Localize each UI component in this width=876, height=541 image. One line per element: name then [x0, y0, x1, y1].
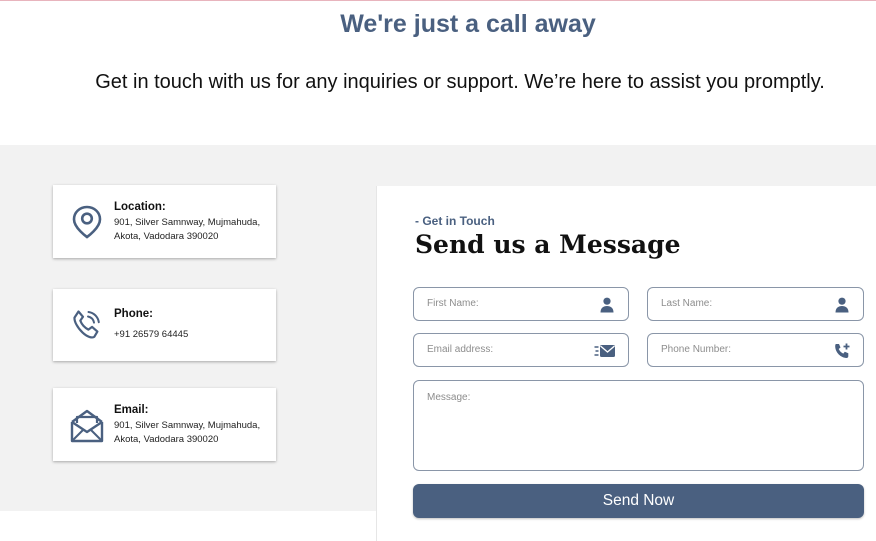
location-pin-icon: [69, 204, 105, 240]
phone-number-placeholder: Phone Number:: [661, 344, 732, 355]
location-label: Location:: [114, 201, 166, 213]
last-name-placeholder: Last Name:: [661, 298, 713, 309]
email-address-placeholder: Email address:: [427, 344, 494, 355]
email-line-2: Akota, Vadodara 390020: [114, 434, 219, 445]
phone-card: Phone: +91 26579 64445: [53, 289, 276, 361]
email-card: Email: 901, Silver Samnway, Mujmahuda, A…: [53, 388, 276, 461]
user-icon: [598, 296, 616, 314]
message-placeholder: Message:: [427, 392, 471, 403]
top-divider: [0, 0, 876, 1]
send-now-button[interactable]: Send Now: [413, 484, 864, 518]
phone-number-field[interactable]: Phone Number:: [647, 333, 864, 367]
form-eyebrow: - Get in Touch: [415, 214, 495, 228]
location-address-line-2: Akota, Vadodara 390020: [114, 231, 219, 242]
phone-label: Phone:: [114, 308, 153, 320]
fast-mail-icon: [594, 342, 616, 360]
location-card: Location: 901, Silver Samnway, Mujmahuda…: [53, 185, 276, 258]
page-title: We're just a call away: [340, 10, 596, 38]
phone-icon: [69, 307, 105, 343]
phone-plus-icon: [833, 342, 851, 360]
first-name-field[interactable]: First Name:: [413, 287, 629, 321]
email-address-field[interactable]: Email address:: [413, 333, 629, 367]
phone-number: +91 26579 64445: [114, 329, 189, 340]
first-name-placeholder: First Name:: [427, 298, 479, 309]
envelope-icon: [69, 408, 105, 444]
page-subtitle: Get in touch with us for any inquiries o…: [95, 71, 825, 93]
message-textarea[interactable]: Message:: [413, 380, 864, 471]
email-line-1: 901, Silver Samnway, Mujmahuda,: [114, 420, 261, 431]
last-name-field[interactable]: Last Name:: [647, 287, 864, 321]
email-label: Email:: [114, 404, 149, 416]
user-icon: [833, 296, 851, 314]
form-title: Send us a Message: [415, 230, 681, 259]
location-address-line-1: 901, Silver Samnway, Mujmahuda,: [114, 217, 261, 228]
